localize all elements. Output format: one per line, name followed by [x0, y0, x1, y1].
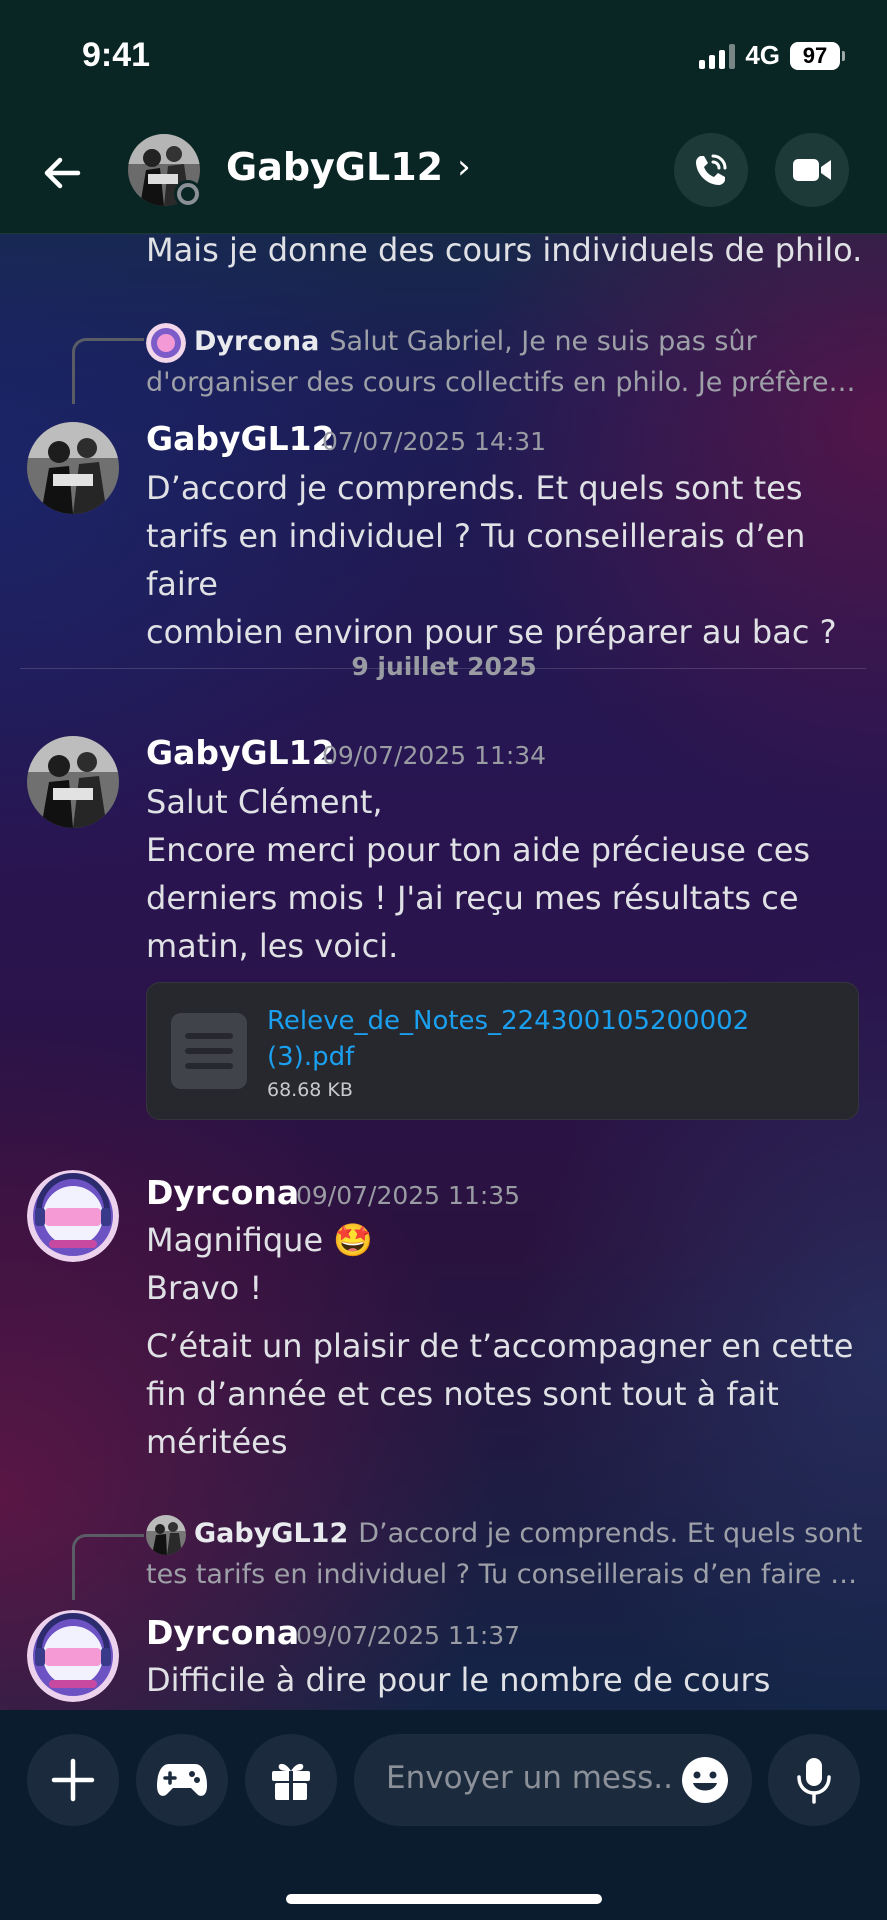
- network-type: 4G: [745, 40, 780, 70]
- reply-author: Dyrcona: [194, 326, 320, 357]
- plus-icon: [51, 1758, 95, 1802]
- gamepad-icon: [157, 1764, 207, 1796]
- message-text: D’accord je comprends. Et quels sont tes…: [146, 469, 837, 651]
- presence-icon: [174, 180, 202, 208]
- file-attachment[interactable]: Releve_de_Notes_224300105200002 (3).pdf …: [146, 982, 859, 1120]
- reply-excerpt-line1: D’accord je comprends. Et quels sont: [358, 1518, 863, 1549]
- message-text: Mais je donne des cours individuels de p…: [146, 231, 863, 269]
- voice-call-button[interactable]: [674, 133, 748, 207]
- message-timestamp: 09/07/2025 11:34: [322, 741, 547, 770]
- chat-header: GabyGL12 ›: [0, 112, 887, 234]
- back-button[interactable]: [38, 148, 88, 198]
- reply-connector: [72, 338, 144, 404]
- avatar[interactable]: [27, 736, 119, 828]
- message-text: Magnifique 🤩 Bravo !: [146, 1221, 374, 1307]
- emoji-icon: [682, 1757, 728, 1803]
- voice-message-button[interactable]: [768, 1734, 860, 1826]
- activities-button[interactable]: [136, 1734, 228, 1826]
- message-author[interactable]: GabyGL12: [146, 419, 335, 458]
- signal-icon: [699, 43, 736, 69]
- message-input-placeholder: Envoyer un mess..: [386, 1760, 673, 1796]
- reply-preview[interactable]: Dyrcona Salut Gabriel, Je ne suis pas sûr…: [146, 322, 866, 403]
- message-composer: Envoyer un mess..: [0, 1710, 887, 1920]
- video-call-button[interactable]: [775, 133, 849, 207]
- back-arrow-icon: [44, 157, 81, 189]
- home-indicator: [286, 1894, 602, 1904]
- reply-avatar: [146, 1514, 186, 1555]
- reply-connector: [72, 1534, 144, 1600]
- reply-author: GabyGL12: [194, 1518, 349, 1549]
- reply-excerpt-line1: Salut Gabriel, Je ne suis pas sûr: [329, 326, 757, 357]
- chat-title-text: GabyGL12: [226, 145, 444, 189]
- chat-title[interactable]: GabyGL12 ›: [226, 145, 471, 189]
- file-name-link[interactable]: Releve_de_Notes_224300105200002 (3).pdf: [267, 1003, 827, 1075]
- message-text: C’était un plaisir de t’accompagner en c…: [146, 1327, 854, 1461]
- date-divider-label: 9 juillet 2025: [351, 652, 537, 681]
- reply-avatar: [146, 322, 186, 363]
- message-timestamp: 09/07/2025 11:35: [296, 1181, 521, 1210]
- reply-excerpt-line2: tes tarifs en individuel ? Tu conseiller…: [146, 1558, 858, 1590]
- message-timestamp: 09/07/2025 11:37: [296, 1621, 521, 1650]
- file-size: 68.68 KB: [267, 1079, 353, 1101]
- emoji-button[interactable]: [680, 1755, 730, 1805]
- message-timestamp: 07/07/2025 14:31: [322, 427, 547, 456]
- chevron-right-icon: ›: [457, 147, 471, 187]
- attach-button[interactable]: [27, 1734, 119, 1826]
- microphone-icon: [797, 1758, 831, 1804]
- avatar[interactable]: [27, 1170, 119, 1262]
- message-text: Salut Clément, Encore merci pour ton aid…: [146, 783, 811, 965]
- battery-icon: 97: [790, 41, 845, 70]
- avatar[interactable]: [27, 422, 119, 514]
- message-author[interactable]: Dyrcona: [146, 1613, 299, 1652]
- message-author[interactable]: Dyrcona: [146, 1173, 299, 1212]
- status-indicators: 4G 97: [699, 40, 845, 71]
- reply-excerpt-line2: d'organiser des cours collectifs en phil…: [146, 366, 856, 398]
- reply-preview[interactable]: GabyGL12 D’accord je comprends. Et quels …: [146, 1514, 866, 1595]
- battery-level: 97: [790, 41, 840, 70]
- message-author[interactable]: GabyGL12: [146, 733, 335, 772]
- gift-button[interactable]: [245, 1734, 337, 1826]
- status-time: 9:41: [82, 36, 151, 74]
- video-camera-icon: [793, 159, 831, 181]
- avatar[interactable]: [27, 1610, 119, 1702]
- phone-call-icon: [696, 154, 727, 185]
- message-input[interactable]: Envoyer un mess..: [354, 1734, 752, 1826]
- file-icon: [171, 1013, 247, 1089]
- message-text: Difficile à dire pour le nombre de cours: [146, 1661, 771, 1699]
- gift-icon: [272, 1763, 310, 1800]
- status-bar: 9:41 4G 97: [0, 0, 887, 112]
